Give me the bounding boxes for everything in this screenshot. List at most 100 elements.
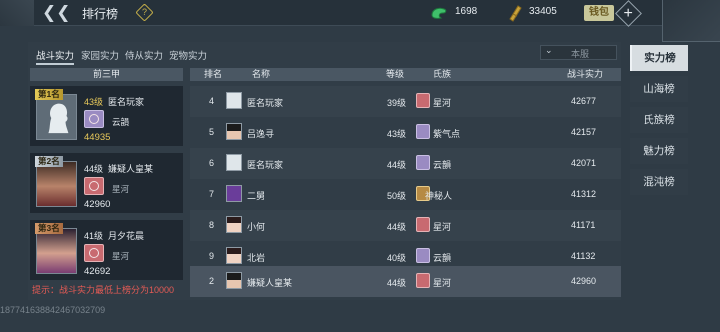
tab-charm-board[interactable]: 魅力榜 — [630, 138, 688, 164]
min-score-tip: 提示：战斗实力最低上榜分为10000 — [32, 285, 175, 295]
tab-home-power[interactable]: 家园实力 — [81, 48, 119, 62]
player-name: 匿名玩家 — [108, 97, 145, 107]
row-power: 42071 — [571, 158, 597, 168]
avatar — [226, 216, 242, 233]
row-name: 北岩 — [247, 253, 266, 263]
chevron-down-icon: ⌄ — [545, 45, 553, 55]
table-row[interactable]: 5 吕逸寻 43级 紫气点 42157 — [190, 117, 621, 148]
row-level: 40级 — [387, 253, 407, 263]
row-clan: 云韻 — [433, 160, 452, 170]
row-clan: 星河 — [433, 222, 452, 232]
tab-strength-board[interactable]: 实力榜 — [630, 45, 688, 71]
my-rank-row[interactable]: 2 嫌疑人皇某 44级 星河 42960 — [190, 266, 621, 297]
row-level: 43级 — [387, 129, 407, 139]
top3-card-1[interactable]: 第1名 43级 匿名玩家 云韻 44935 — [30, 86, 183, 146]
clan-badge-icon — [416, 217, 430, 232]
clan-name: 云韻 — [112, 117, 130, 127]
table-row[interactable]: 4 匿名玩家 39级 星河 42677 — [190, 86, 621, 117]
row-level: 39级 — [387, 98, 407, 108]
row-power: 41132 — [571, 251, 596, 261]
player-power: 44935 — [84, 132, 111, 143]
avatar — [226, 92, 242, 109]
coin-count: 33405 — [529, 6, 557, 17]
tab-chaos-board[interactable]: 混沌榜 — [630, 169, 688, 195]
server-select-value: 本服 — [571, 49, 590, 59]
row-clan: 紫气点 — [433, 129, 461, 139]
clan-badge-icon — [416, 93, 430, 108]
row-clan: 星河 — [433, 98, 452, 108]
server-select[interactable]: ⌄ 本服 — [540, 45, 617, 60]
coin-icon — [509, 5, 522, 22]
row-level: 50级 — [387, 191, 407, 201]
tab-combat-power[interactable]: 战斗实力 — [36, 48, 75, 65]
top3-card-3[interactable]: 第3名 41级 月夕花晨 星河 42692 — [30, 220, 183, 280]
wallet-button[interactable]: 钱包 — [584, 5, 614, 21]
row-clan: 云韻 — [433, 253, 452, 263]
col-power: 战斗实力 — [567, 69, 604, 79]
tab-shanhai-board[interactable]: 山海榜 — [630, 76, 688, 102]
jade-count: 1698 — [455, 6, 478, 17]
row-rank: 2 — [209, 276, 215, 286]
player-uid: 18774163884246703270​9 — [0, 305, 106, 315]
clan-name: 星河 — [112, 251, 130, 261]
avatar — [36, 228, 77, 274]
clan-badge-icon — [416, 248, 430, 263]
back-button[interactable]: ❮❮ — [42, 3, 71, 23]
row-clan: 星河 — [433, 278, 452, 288]
col-level: 等级 — [386, 69, 405, 79]
col-clan: 氏族 — [433, 69, 452, 79]
tab-pet-power[interactable]: 宠物实力 — [169, 48, 207, 62]
silhouette-icon — [48, 103, 69, 134]
row-name: 吕逸寻 — [247, 129, 275, 139]
clan-badge-icon — [416, 273, 430, 288]
corner-decoration — [662, 0, 720, 42]
avatar — [36, 161, 77, 207]
avatar — [226, 123, 242, 140]
table-row[interactable]: 8 小何 44级 星河 41171 — [190, 210, 621, 241]
row-power: 41312 — [571, 189, 597, 199]
clan-badge-icon — [84, 244, 104, 262]
row-power: 42157 — [571, 127, 597, 137]
row-rank: 5 — [209, 127, 215, 137]
player-level: 43级 — [84, 97, 104, 107]
player-name: 月夕花晨 — [108, 231, 145, 241]
row-name: 匿名玩家 — [247, 160, 284, 170]
top3-header: 前三甲 — [30, 68, 183, 81]
avatar — [36, 94, 77, 140]
row-rank: 6 — [209, 158, 215, 168]
clan-badge-icon — [416, 155, 430, 170]
row-clan: 神秘人 — [425, 191, 453, 201]
corner-decoration — [0, 0, 34, 26]
ranking-table: 排名 名称 等级 氏族 战斗实力 4 匿名玩家 39级 星河 42677 5 吕… — [190, 68, 621, 297]
row-level: 44级 — [387, 160, 407, 170]
row-power: 42677 — [571, 96, 597, 106]
row-rank: 8 — [209, 220, 215, 230]
row-power: 41171 — [571, 220, 596, 230]
row-power: 42960 — [571, 276, 597, 286]
player-power: 42960 — [84, 199, 111, 210]
avatar — [226, 154, 242, 171]
avatar — [226, 185, 242, 202]
page-title: 排行榜 — [82, 7, 119, 21]
top3-card-2[interactable]: 第2名 44级 嫌疑人皇某 星河 42960 — [30, 153, 183, 213]
player-name: 嫌疑人皇某 — [108, 164, 154, 174]
row-name: 小何 — [247, 222, 266, 232]
rank-tag: 第2名 — [35, 156, 63, 167]
tab-retainer-power[interactable]: 侍从实力 — [125, 48, 163, 62]
col-rank: 排名 — [204, 69, 223, 79]
row-name: 二舅 — [247, 191, 266, 201]
table-header: 排名 名称 等级 氏族 战斗实力 — [190, 68, 621, 81]
table-row[interactable]: 7 二舅 50级 神秘人 41312 — [190, 179, 621, 210]
clan-badge-icon — [416, 124, 430, 139]
row-level: 44级 — [387, 222, 407, 232]
tab-clan-board[interactable]: 氏族榜 — [630, 107, 688, 133]
row-name: 嫌疑人皇某 — [247, 278, 293, 288]
rank-tag: 第3名 — [35, 223, 63, 234]
avatar — [226, 272, 242, 289]
table-row[interactable]: 6 匿名玩家 44级 云韻 42071 — [190, 148, 621, 179]
row-rank: 7 — [209, 189, 215, 199]
row-name: 匿名玩家 — [247, 98, 284, 108]
col-name: 名称 — [252, 69, 271, 79]
avatar — [226, 247, 242, 264]
close-icon: + — [623, 4, 633, 22]
